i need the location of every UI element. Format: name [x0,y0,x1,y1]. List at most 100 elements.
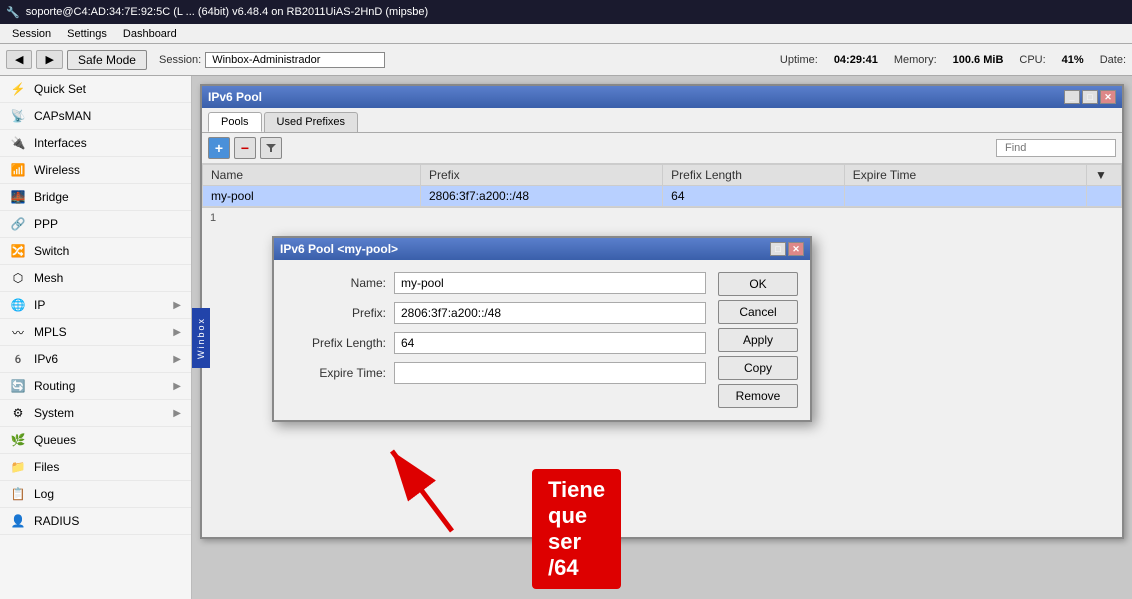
dialog-resize-button[interactable]: □ [770,242,786,256]
field-input-expire-time[interactable] [394,362,706,384]
sidebar-icon-log: 📋 [10,486,26,502]
cell-prefix: 2806:3f7:a200::/48 [420,186,662,207]
tab-used-prefixes[interactable]: Used Prefixes [264,112,358,132]
sidebar-item-routing[interactable]: 🔄Routing▶ [0,373,191,400]
sidebar-label-radius: RADIUS [34,514,181,528]
session-label: Session: [159,54,201,66]
col-dropdown[interactable]: ▼ [1086,165,1121,186]
forward-button[interactable]: ▶ [36,50,62,69]
sidebar-icon-routing: 🔄 [10,378,26,394]
sidebar-item-radius[interactable]: 👤 RADIUS [0,508,191,535]
dialog-titlebar: IPv6 Pool <my-pool> □ ✕ [274,238,810,260]
menu-session[interactable]: Session [4,27,59,41]
sidebar-item-interfaces[interactable]: 🔌Interfaces [0,130,191,157]
sidebar-item-ipv6[interactable]: 6️IPv6▶ [0,346,191,373]
sidebar-icon-mpls: 〰 [10,324,26,340]
sidebar-label-wireless: Wireless [34,163,181,177]
sidebar-label-routing: Routing [34,379,165,393]
sidebar-item-queues[interactable]: 🌿Queues [0,427,191,454]
field-input-name[interactable] [394,272,706,294]
sidebar-label-switch: Switch [34,244,181,258]
copy-button[interactable]: Copy [718,356,798,380]
winbox-label: Winbox [192,308,210,368]
field-row-name: Name: [286,272,706,294]
sidebar-item-bridge[interactable]: 🌉Bridge [0,184,191,211]
sidebar-label-ip: IP [34,298,165,312]
back-button[interactable]: ◀ [6,50,32,69]
dialog-close-button[interactable]: ✕ [788,242,804,256]
sidebar-icon-radius: 👤 [10,513,26,529]
sidebar-icon-ip: 🌐 [10,297,26,313]
sidebar-item-mpls[interactable]: 〰MPLS▶ [0,319,191,346]
title-bar: 🔧 soporte@C4:AD:34:7E:92:5C (L ... (64bi… [0,0,1132,24]
annotation-label: Tiene que ser /64 [532,469,621,589]
cell-extra [1086,186,1121,207]
remove-button[interactable]: − [234,137,256,159]
table-header-row: Name Prefix Prefix Length Expire Time ▼ [203,165,1122,186]
toolbar-right: Uptime: 04:29:41 Memory: 100.6 MiB CPU: … [780,54,1126,66]
sidebar-item-log[interactable]: 📋Log [0,481,191,508]
table-toolbar: + − [202,133,1122,164]
close-button[interactable]: ✕ [1100,90,1116,104]
sidebar-item-capsman[interactable]: 📡 CAPsMAN [0,103,191,130]
sidebar-item-quick-set[interactable]: ⚡Quick Set [0,76,191,103]
tab-pools[interactable]: Pools [208,112,262,132]
apply-button[interactable]: Apply [718,328,798,352]
sidebar-icon-queues: 🌿 [10,432,26,448]
field-input-prefix[interactable] [394,302,706,324]
field-row-prefix-length: Prefix Length: [286,332,706,354]
dialog-body: Name:Prefix:Prefix Length:Expire Time: O… [274,260,810,420]
sidebar-arrow-ip: ▶ [173,300,181,311]
col-prefix-length: Prefix Length [663,165,845,186]
sidebar-icon-mesh: ⬡ [10,270,26,286]
session-input[interactable] [205,52,385,68]
maximize-button[interactable]: □ [1082,90,1098,104]
menu-dashboard[interactable]: Dashboard [115,27,185,41]
cancel-button[interactable]: Cancel [718,300,798,324]
memory-label: Memory: [894,54,937,66]
sidebar-item-switch[interactable]: 🔀Switch [0,238,191,265]
title-bar-icon: 🔧 [6,6,20,19]
cell-prefix_length: 64 [663,186,845,207]
sidebar-icon-interfaces: 🔌 [10,135,26,151]
field-input-prefix-length[interactable] [394,332,706,354]
filter-button[interactable] [260,137,282,159]
dialog-buttons: OK Cancel Apply Copy Remove [718,272,798,408]
safe-mode-button[interactable]: Safe Mode [67,50,147,70]
memory-value: 100.6 MiB [953,54,1004,66]
minimize-button[interactable]: _ [1064,90,1080,104]
menu-bar: Session Settings Dashboard [0,24,1132,44]
col-name: Name [203,165,421,186]
dialog-fields: Name:Prefix:Prefix Length:Expire Time: [286,272,706,408]
uptime-label: Uptime: [780,54,818,66]
cpu-label: CPU: [1019,54,1045,66]
cpu-value: 41% [1062,54,1084,66]
field-row-expire-time: Expire Time: [286,362,706,384]
sidebar-label-ipv6: IPv6 [34,352,165,366]
sidebar-item-system[interactable]: ⚙System▶ [0,400,191,427]
pool-window-titlebar: IPv6 Pool _ □ ✕ [202,86,1122,108]
sidebar-item-wireless[interactable]: 📶Wireless [0,157,191,184]
remove-button-dialog[interactable]: Remove [718,384,798,408]
title-bar-text: soporte@C4:AD:34:7E:92:5C (L ... (64bit)… [26,6,1126,18]
field-label-prefix-length: Prefix Length: [286,336,386,350]
sidebar-label-capsman: CAPsMAN [34,109,181,123]
table-row[interactable]: my-pool2806:3f7:a200::/4864 [203,186,1122,207]
sidebar-icon-ipv6: 6️ [10,351,26,367]
pool-window-title: IPv6 Pool [208,90,1064,104]
find-input[interactable] [996,139,1116,157]
uptime-value: 04:29:41 [834,54,878,66]
main-layout: ⚡Quick Set 📡 CAPsMAN 🔌Interfaces📶Wireless🌉B… [0,76,1132,599]
sidebar-icon-capsman: 📡 [10,108,26,124]
sidebar-icon-system: ⚙ [10,405,26,421]
cell-expire_time [844,186,1086,207]
sidebar-item-ppp[interactable]: 🔗PPP [0,211,191,238]
add-button[interactable]: + [208,137,230,159]
sidebar-item-files[interactable]: 📁Files [0,454,191,481]
sidebar-item-mesh[interactable]: ⬡Mesh [0,265,191,292]
sidebar-label-bridge: Bridge [34,190,181,204]
sidebar-item-ip[interactable]: 🌐 IP ▶ [0,292,191,319]
ok-button[interactable]: OK [718,272,798,296]
table-wrapper: Name Prefix Prefix Length Expire Time ▼ … [202,164,1122,207]
menu-settings[interactable]: Settings [59,27,115,41]
